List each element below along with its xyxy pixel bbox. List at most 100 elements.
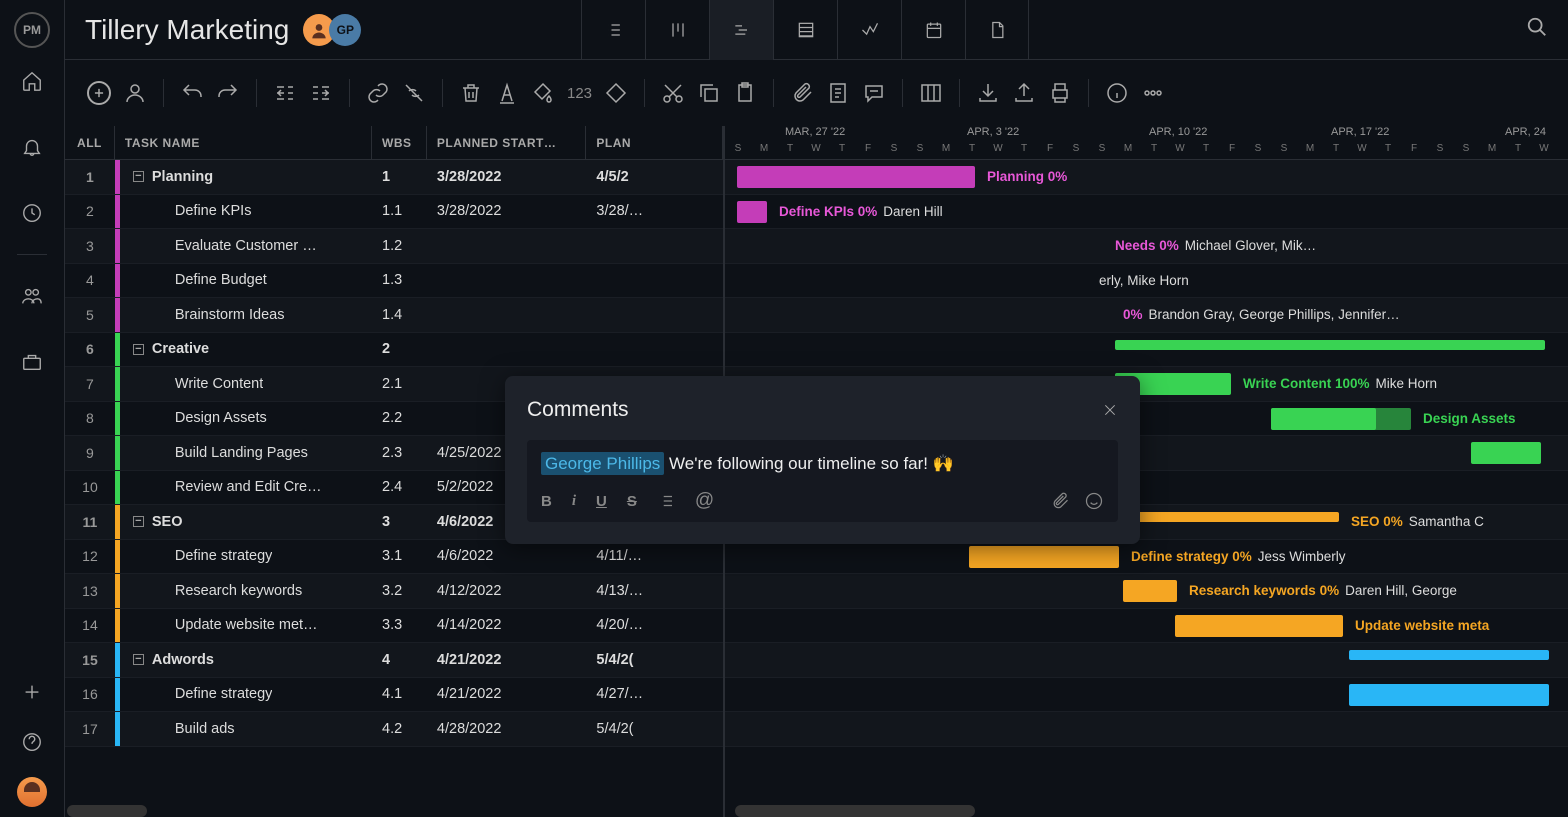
gantt-row[interactable]: Research keywords 0%Daren Hill, George (725, 574, 1568, 609)
view-tabs (581, 0, 1029, 60)
table-row[interactable]: 17 Build ads 4.2 4/28/2022 5/4/2( (65, 712, 723, 747)
emoji-icon[interactable] (1084, 491, 1104, 511)
mention-icon[interactable]: @ (695, 490, 714, 512)
list-view-tab[interactable] (581, 0, 645, 60)
table-row[interactable]: 3 Evaluate Customer … 1.2 (65, 229, 723, 264)
user-avatar[interactable] (17, 777, 47, 807)
divider (17, 254, 47, 255)
info-icon[interactable] (1105, 81, 1129, 105)
copy-icon[interactable] (697, 81, 721, 105)
bold-icon[interactable]: B (541, 493, 552, 510)
unlink-icon[interactable] (402, 81, 426, 105)
paste-icon[interactable] (733, 81, 757, 105)
table-row[interactable]: 15 − Adwords 4 4/21/2022 5/4/2( (65, 643, 723, 678)
avatar[interactable]: GP (329, 14, 361, 46)
comments-panel: Comments George Phillips We're following… (505, 376, 1140, 544)
gantt-row[interactable]: erly, Mike Horn (725, 264, 1568, 299)
table-row[interactable]: 12 Define strategy 3.1 4/6/2022 4/11/… (65, 540, 723, 575)
fill-icon[interactable] (531, 81, 555, 105)
board-view-tab[interactable] (645, 0, 709, 60)
outdent-icon[interactable] (273, 81, 297, 105)
file-view-tab[interactable] (965, 0, 1029, 60)
strike-icon[interactable]: S (627, 493, 637, 510)
gantt-row[interactable] (725, 678, 1568, 713)
search-button[interactable] (1526, 16, 1548, 43)
plus-icon[interactable] (21, 681, 43, 703)
close-icon[interactable] (1102, 402, 1118, 418)
link-icon[interactable] (366, 81, 390, 105)
table-row[interactable]: 2 Define KPIs 1.1 3/28/2022 3/28/… (65, 195, 723, 230)
col-header-name[interactable]: TASK NAME (115, 126, 372, 159)
table-row[interactable]: 14 Update website met… 3.3 4/14/2022 4/2… (65, 609, 723, 644)
gantt-row[interactable]: 0%Brandon Gray, George Phillips, Jennife… (725, 298, 1568, 333)
gantt-row[interactable]: Update website meta (725, 609, 1568, 644)
sheet-view-tab[interactable] (773, 0, 837, 60)
gantt-header: MAR, 27 '22APR, 3 '22APR, 10 '22APR, 17 … (725, 126, 1568, 160)
print-icon[interactable] (1048, 81, 1072, 105)
col-header-start[interactable]: PLANNED START… (427, 126, 587, 159)
number-icon[interactable]: 123 (567, 85, 592, 102)
diamond-icon[interactable] (604, 81, 628, 105)
home-icon[interactable] (21, 70, 43, 92)
col-header-wbs[interactable]: WBS (372, 126, 427, 159)
gantt-row[interactable]: Needs 0%Michael Glover, Mik… (725, 229, 1568, 264)
project-title: Tillery Marketing (85, 14, 289, 46)
gantt-view-tab[interactable] (709, 0, 773, 60)
attach-icon[interactable] (1050, 491, 1070, 511)
redo-icon[interactable] (216, 81, 240, 105)
gantt-row[interactable]: Planning 0% (725, 160, 1568, 195)
italic-icon[interactable]: i (572, 493, 576, 510)
toolbar: 123 (65, 60, 1568, 126)
clock-icon[interactable] (21, 202, 43, 224)
table-row[interactable]: 1 − Planning 1 3/28/2022 4/5/2 (65, 160, 723, 195)
comments-title: Comments (527, 398, 629, 422)
gantt-row[interactable] (725, 333, 1568, 368)
search-icon (1526, 16, 1548, 38)
table-row[interactable]: 4 Define Budget 1.3 (65, 264, 723, 299)
gantt-row[interactable]: Define KPIs 0%Daren Hill (725, 195, 1568, 230)
export-icon[interactable] (1012, 81, 1036, 105)
topbar: Tillery Marketing GP (65, 0, 1568, 60)
scrollbar[interactable] (67, 805, 147, 817)
comment-icon[interactable] (862, 81, 886, 105)
app-logo[interactable]: PM (14, 12, 50, 48)
mention-chip[interactable]: George Phillips (541, 452, 664, 475)
list-icon[interactable] (657, 492, 675, 510)
col-header-all[interactable]: ALL (65, 126, 115, 159)
sidebar-left: PM (0, 0, 65, 817)
briefcase-icon[interactable] (21, 351, 43, 373)
add-button[interactable] (87, 81, 111, 105)
table-row[interactable]: 16 Define strategy 4.1 4/21/2022 4/27/… (65, 678, 723, 713)
import-icon[interactable] (976, 81, 1000, 105)
columns-icon[interactable] (919, 81, 943, 105)
comment-text[interactable]: George Phillips We're following our time… (537, 450, 1108, 484)
bell-icon[interactable] (21, 136, 43, 158)
dashboard-view-tab[interactable] (837, 0, 901, 60)
more-icon[interactable] (1141, 81, 1165, 105)
undo-icon[interactable] (180, 81, 204, 105)
scrollbar[interactable] (735, 805, 975, 817)
help-icon[interactable] (21, 731, 43, 753)
calendar-view-tab[interactable] (901, 0, 965, 60)
gantt-row[interactable] (725, 643, 1568, 678)
gantt-row[interactable] (725, 712, 1568, 747)
table-row[interactable]: 6 − Creative 2 (65, 333, 723, 368)
gantt-row[interactable]: Define strategy 0%Jess Wimberly (725, 540, 1568, 575)
users-icon[interactable] (21, 285, 43, 307)
comments-input[interactable]: George Phillips We're following our time… (527, 440, 1118, 522)
indent-icon[interactable] (309, 81, 333, 105)
attach-icon[interactable] (790, 81, 814, 105)
text-color-icon[interactable] (495, 81, 519, 105)
content: ALL TASK NAME WBS PLANNED START… PLAN 1 … (65, 126, 1568, 817)
project-avatars[interactable]: GP (309, 14, 361, 46)
cut-icon[interactable] (661, 81, 685, 105)
trash-icon[interactable] (459, 81, 483, 105)
table-row[interactable]: 13 Research keywords 3.2 4/12/2022 4/13/… (65, 574, 723, 609)
comments-toolbar: B i U S @ (537, 484, 1108, 512)
underline-icon[interactable]: U (596, 493, 607, 510)
note-icon[interactable] (826, 81, 850, 105)
grid-header: ALL TASK NAME WBS PLANNED START… PLAN (65, 126, 723, 160)
col-header-end[interactable]: PLAN (586, 126, 723, 159)
assign-icon[interactable] (123, 81, 147, 105)
table-row[interactable]: 5 Brainstorm Ideas 1.4 (65, 298, 723, 333)
